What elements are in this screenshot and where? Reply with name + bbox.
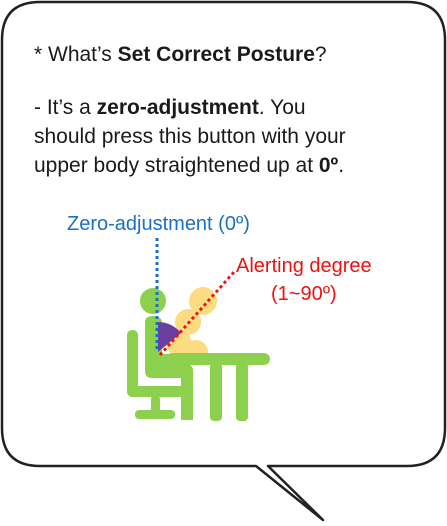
- alerting-degree-label: Alerting degree: [236, 255, 372, 277]
- speech-bubble-panel: * What’s Set Correct Posture? - It’s a z…: [0, 0, 447, 526]
- alerting-degree-range: (1~90º): [271, 283, 337, 305]
- zero-adjustment-label: Zero-adjustment (0º): [67, 213, 250, 235]
- posture-diagram: [127, 238, 270, 421]
